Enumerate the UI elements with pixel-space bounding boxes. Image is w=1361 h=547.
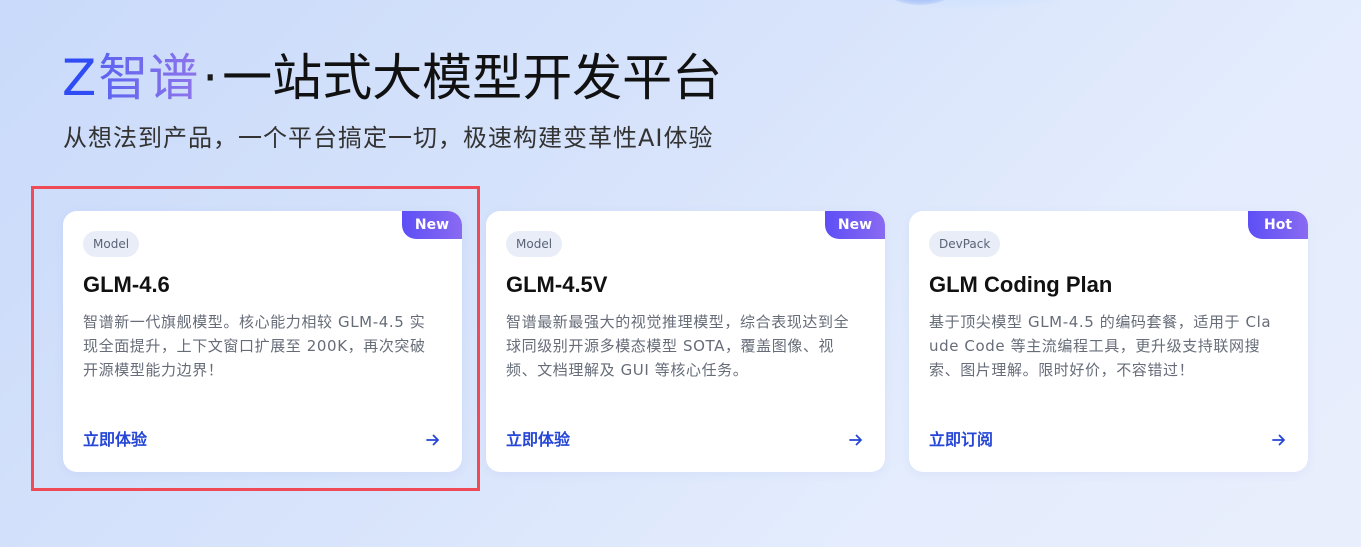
product-card-glm-4-5v[interactable]: New Model GLM-4.5V 智谱最新最强大的视觉推理模型，综合表现达到…: [486, 211, 885, 472]
category-tag: Model: [506, 231, 563, 257]
arrow-right-icon: [849, 434, 862, 446]
page-title: 一站式大模型开发平台: [222, 49, 723, 107]
new-badge: New: [402, 211, 462, 239]
cta-label: 立即订阅: [929, 430, 994, 449]
try-now-link[interactable]: 立即体验: [83, 427, 442, 453]
background-decoration: [840, 0, 1100, 10]
hero-title: Z 智谱 · 一站式大模型开发平台: [62, 46, 722, 110]
brand-logo-letter: Z: [62, 49, 97, 107]
hot-badge: Hot: [1248, 211, 1308, 239]
arrow-right-icon: [426, 434, 439, 446]
title-separator: ·: [202, 49, 219, 107]
card-description: 基于顶尖模型 GLM-4.5 的编码套餐，适用于 Claude Code 等主流…: [929, 313, 1272, 379]
arrow-right-icon: [1272, 434, 1285, 446]
category-tag: DevPack: [929, 231, 1001, 257]
cta-label: 立即体验: [83, 430, 148, 449]
new-badge: New: [825, 211, 885, 239]
subscribe-now-link[interactable]: 立即订阅: [929, 427, 1288, 453]
product-card-glm-coding-plan[interactable]: Hot DevPack GLM Coding Plan 基于顶尖模型 GLM-4…: [909, 211, 1308, 472]
card-title: GLM-4.6: [83, 272, 170, 297]
card-description: 智谱新一代旗舰模型。核心能力相较 GLM-4.5 实现全面提升，上下文窗口扩展至…: [83, 313, 426, 379]
try-now-link[interactable]: 立即体验: [506, 427, 865, 453]
card-title: GLM-4.5V: [506, 272, 608, 297]
card-description: 智谱最新最强大的视觉推理模型，综合表现达到全球同级别开源多模态模型 SOTA，覆…: [506, 313, 850, 379]
card-title: GLM Coding Plan: [929, 272, 1113, 297]
cta-label: 立即体验: [506, 430, 571, 449]
page-subtitle: 从想法到产品，一个平台搞定一切，极速构建变革性AI体验: [63, 124, 714, 152]
category-tag: Model: [83, 231, 140, 257]
product-card-glm-4-6[interactable]: New Model GLM-4.6 智谱新一代旗舰模型。核心能力相较 GLM-4…: [63, 211, 462, 472]
brand-logo-name: 智谱: [98, 46, 198, 110]
